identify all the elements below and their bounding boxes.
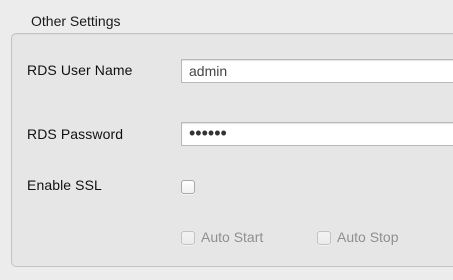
enable-ssl-checkbox[interactable] — [181, 180, 195, 194]
auto-stop-label: Auto Stop — [337, 229, 399, 245]
auto-start-checkbox[interactable] — [181, 231, 195, 245]
enable-ssl-label: Enable SSL — [27, 177, 102, 193]
rds-password-masked-value: •••••• — [189, 123, 227, 143]
rds-user-name-value: admin — [189, 63, 228, 79]
auto-stop-checkbox[interactable] — [317, 231, 331, 245]
rds-user-name-label: RDS User Name — [27, 62, 133, 78]
settings-panel: Other Settings RDS User Name admin RDS P… — [0, 0, 453, 280]
auto-start-label: Auto Start — [201, 229, 264, 245]
rds-user-name-input[interactable]: admin — [181, 59, 453, 83]
rds-password-input[interactable]: •••••• — [181, 122, 453, 146]
rds-password-label: RDS Password — [27, 126, 124, 142]
group-title: Other Settings — [31, 13, 121, 29]
